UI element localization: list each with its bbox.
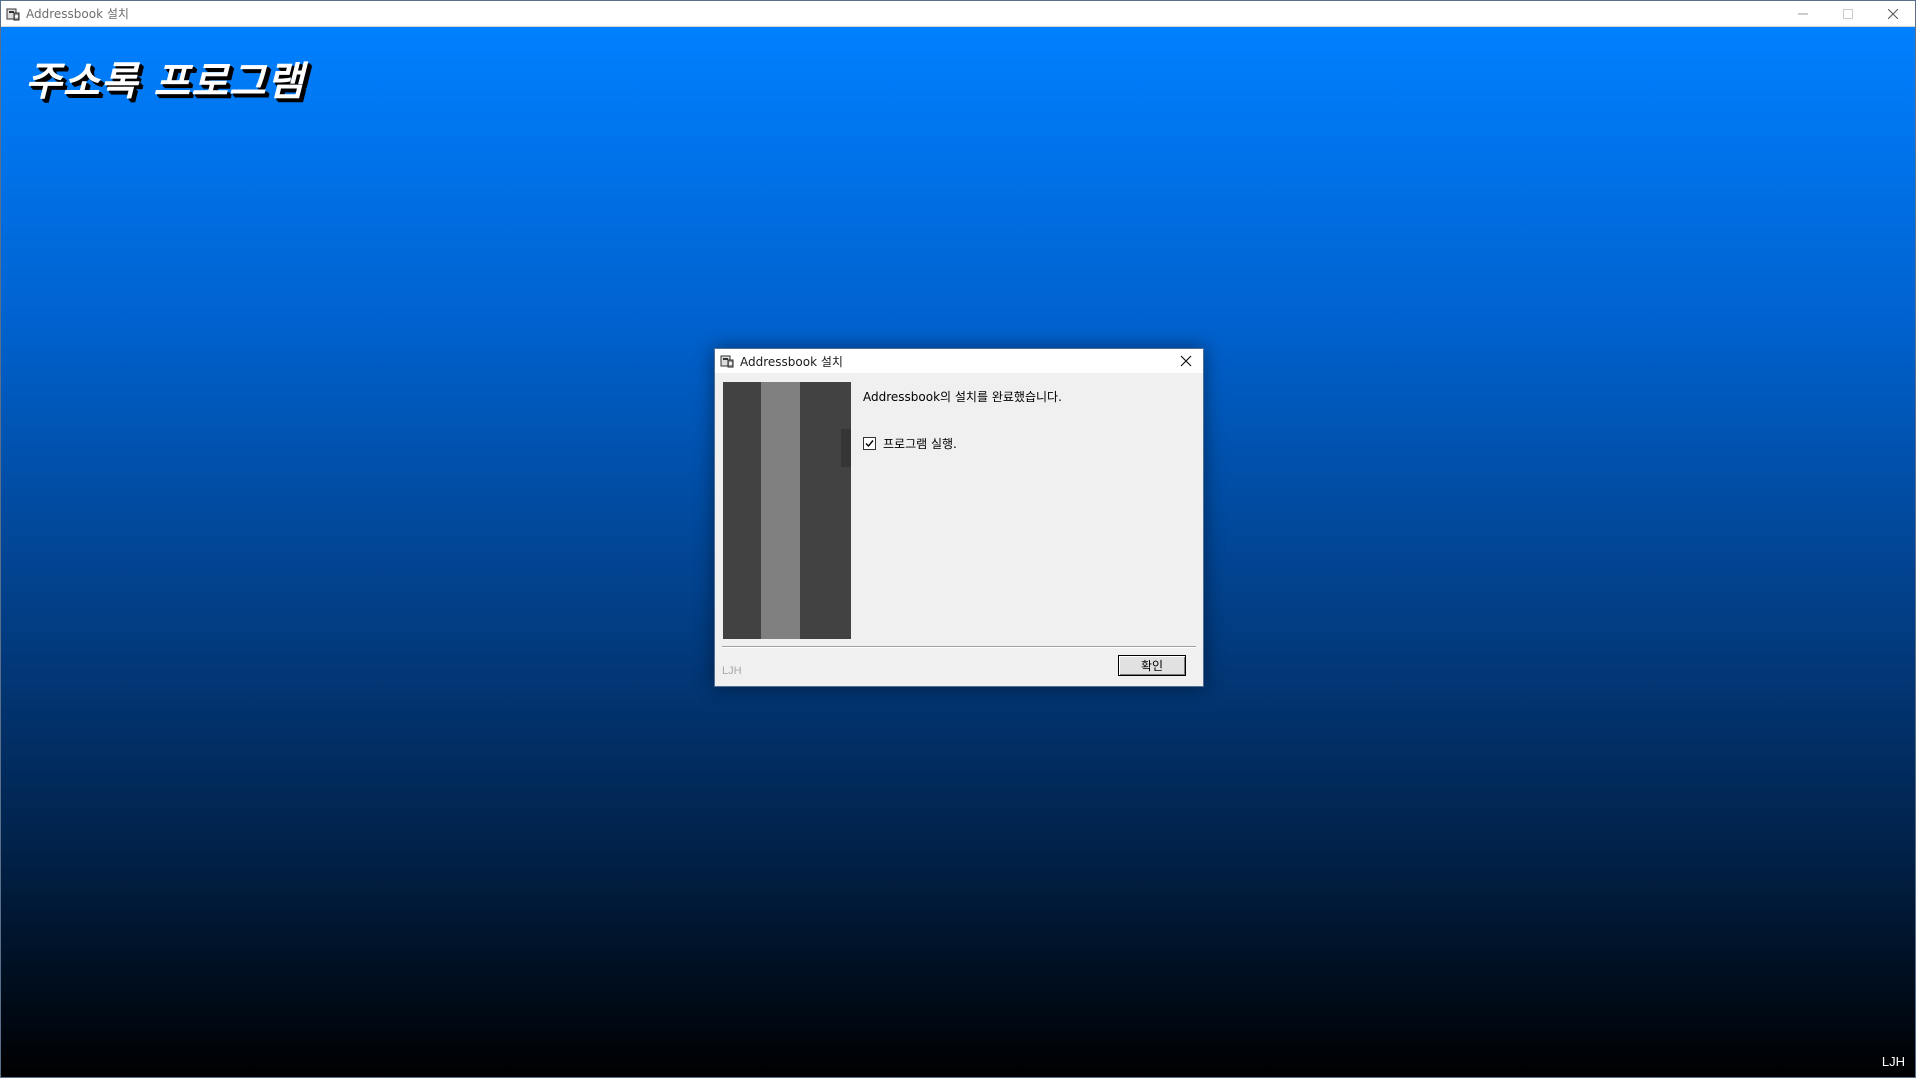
image-notch: [841, 429, 851, 467]
maximize-button[interactable]: [1825, 1, 1870, 26]
completion-message: Addressbook의 설치를 완료했습니다.: [863, 390, 1062, 404]
window-titlebar[interactable]: Addressbook 설치: [1, 1, 1915, 27]
wizard-side-image: [723, 382, 851, 639]
installer-app-icon: [719, 353, 735, 369]
dialog-brand: LJH: [722, 665, 742, 677]
dialog-titlebar[interactable]: Addressbook 설치: [715, 349, 1203, 373]
finish-dialog: Addressbook 설치 Addressbook의 설치를 완료했습니다. …: [714, 348, 1204, 687]
minimize-button[interactable]: [1780, 1, 1825, 26]
image-stripe: [761, 382, 800, 639]
installer-app-icon: [5, 6, 21, 22]
run-program-checkbox[interactable]: [863, 437, 876, 450]
run-program-option[interactable]: 프로그램 실행.: [863, 435, 957, 452]
ok-button[interactable]: 확인: [1118, 655, 1186, 676]
close-button[interactable]: [1870, 1, 1915, 26]
close-icon: [1887, 8, 1898, 19]
maximize-icon: [1842, 8, 1853, 19]
dialog-close-button[interactable]: [1175, 351, 1197, 371]
dialog-separator: [722, 646, 1196, 648]
minimize-icon: [1797, 13, 1808, 14]
installer-window: Addressbook 설치 주소록 프로그램 LJH Addressbook …: [0, 0, 1916, 1078]
window-title: Addressbook 설치: [26, 7, 129, 21]
dialog-title: Addressbook 설치: [740, 354, 843, 369]
checkmark-icon: [865, 440, 874, 448]
corner-label: LJH: [1881, 1054, 1905, 1069]
run-program-label[interactable]: 프로그램 실행.: [883, 435, 957, 452]
banner-title: 주소록 프로그램: [25, 59, 305, 105]
close-icon: [1180, 355, 1192, 367]
